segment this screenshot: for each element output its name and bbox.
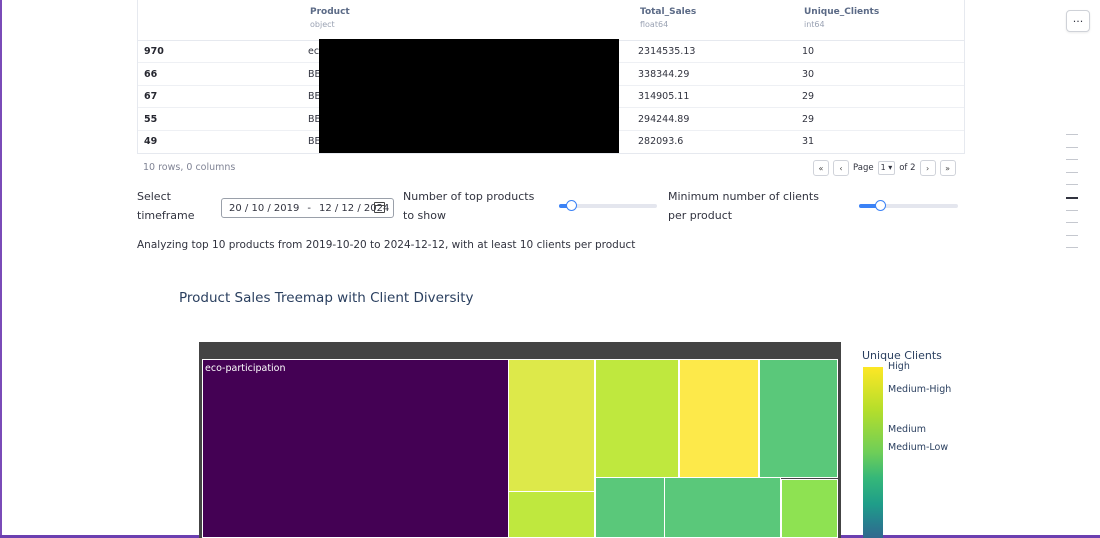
min-clients-slider-handle[interactable] — [875, 200, 886, 211]
section-nav-tick[interactable] — [1066, 184, 1078, 185]
row-index: 67 — [144, 91, 158, 102]
unique-clients-cell: 31 — [802, 136, 815, 147]
section-nav-tick[interactable] — [1066, 147, 1078, 148]
date-separator: - — [307, 202, 311, 214]
unique-clients-cell: 29 — [802, 114, 815, 125]
page-label: Page — [853, 163, 874, 173]
redaction-block — [319, 39, 619, 153]
table-summary: 10 rows, 0 columns — [143, 162, 236, 173]
unique-clients-cell: 30 — [802, 69, 815, 80]
prev-page-button[interactable]: ‹ — [833, 160, 849, 176]
section-nav-tick[interactable] — [1066, 247, 1078, 248]
column-dtype: float64 — [640, 20, 669, 29]
treemap-tile[interactable] — [759, 359, 838, 478]
row-index: 55 — [144, 114, 158, 125]
column-header-total-sales[interactable]: Total_Sales float64 — [640, 7, 696, 29]
column-header-product[interactable]: Product object — [310, 7, 350, 29]
colorbar — [863, 367, 883, 538]
total-sales-cell: 282093.6 — [638, 136, 684, 147]
row-index: 49 — [144, 136, 158, 147]
treemap-tile[interactable] — [595, 359, 679, 478]
treemap-tile[interactable]: eco-participation — [202, 359, 509, 538]
total-sales-cell: 294244.89 — [638, 114, 690, 125]
window-border-left — [0, 0, 2, 538]
treemap-tile[interactable] — [679, 359, 759, 478]
more-options-button[interactable]: ··· — [1066, 10, 1090, 32]
section-nav-tick-active[interactable] — [1066, 197, 1078, 199]
last-page-button[interactable]: » — [939, 160, 956, 176]
treemap-tile[interactable] — [781, 479, 838, 538]
treemap-tile[interactable] — [595, 477, 665, 538]
next-page-button[interactable]: › — [919, 160, 936, 176]
section-nav-tick[interactable] — [1066, 159, 1078, 160]
row-index: 970 — [144, 46, 164, 57]
colorbar-label-medium-high: Medium-High — [888, 384, 952, 395]
treemap-tile[interactable] — [508, 359, 595, 492]
date-start: 20 / 10 / 2019 — [229, 202, 300, 214]
section-nav-tick[interactable] — [1066, 222, 1078, 223]
unique-clients-cell: 10 — [802, 46, 815, 57]
tile-label: eco-participation — [205, 363, 286, 374]
column-dtype: object — [310, 20, 335, 29]
treemap-tile[interactable] — [664, 477, 781, 538]
total-sales-cell: 2314535.13 — [638, 46, 696, 57]
top-products-slider-handle[interactable] — [566, 200, 577, 211]
table-pagination: « ‹ Page 1 ▾ of 2 › » — [813, 160, 956, 176]
section-nav-tick[interactable] — [1066, 235, 1078, 236]
section-nav-tick[interactable] — [1066, 134, 1078, 135]
table-header: Product object Total_Sales float64 Uniqu… — [138, 0, 964, 41]
treemap-tile[interactable] — [508, 491, 595, 538]
section-nav-tick[interactable] — [1066, 172, 1078, 173]
calendar-icon[interactable] — [374, 202, 385, 213]
colorbar-label-medium-low: Medium-Low — [888, 442, 949, 453]
total-sales-cell: 314905.11 — [638, 91, 690, 102]
treemap-chart[interactable]: eco-participation — [199, 342, 841, 538]
top-products-label: Number of top products to show — [403, 190, 535, 222]
date-range-input[interactable]: 20 / 10 / 2019 - 12 / 12 / 2024 — [221, 198, 394, 218]
min-clients-label: Minimum number of clients per product — [668, 190, 819, 222]
row-index: 66 — [144, 69, 158, 80]
page-select[interactable]: 1 ▾ — [877, 161, 896, 175]
analysis-summary-text: Analyzing top 10 products from 2019-10-2… — [137, 239, 636, 251]
first-page-button[interactable]: « — [813, 160, 829, 176]
colorbar-label-medium: Medium — [888, 424, 926, 435]
colorbar-label-high: High — [888, 361, 910, 372]
timeframe-label: Select timeframe — [137, 190, 195, 222]
total-sales-cell: 338344.29 — [638, 69, 690, 80]
column-header-unique-clients[interactable]: Unique_Clients int64 — [804, 7, 879, 29]
unique-clients-cell: 29 — [802, 91, 815, 102]
section-nav-tick[interactable] — [1066, 210, 1078, 211]
page-total: of 2 — [899, 163, 916, 173]
column-dtype: int64 — [804, 20, 825, 29]
chart-title: Product Sales Treemap with Client Divers… — [179, 290, 474, 306]
